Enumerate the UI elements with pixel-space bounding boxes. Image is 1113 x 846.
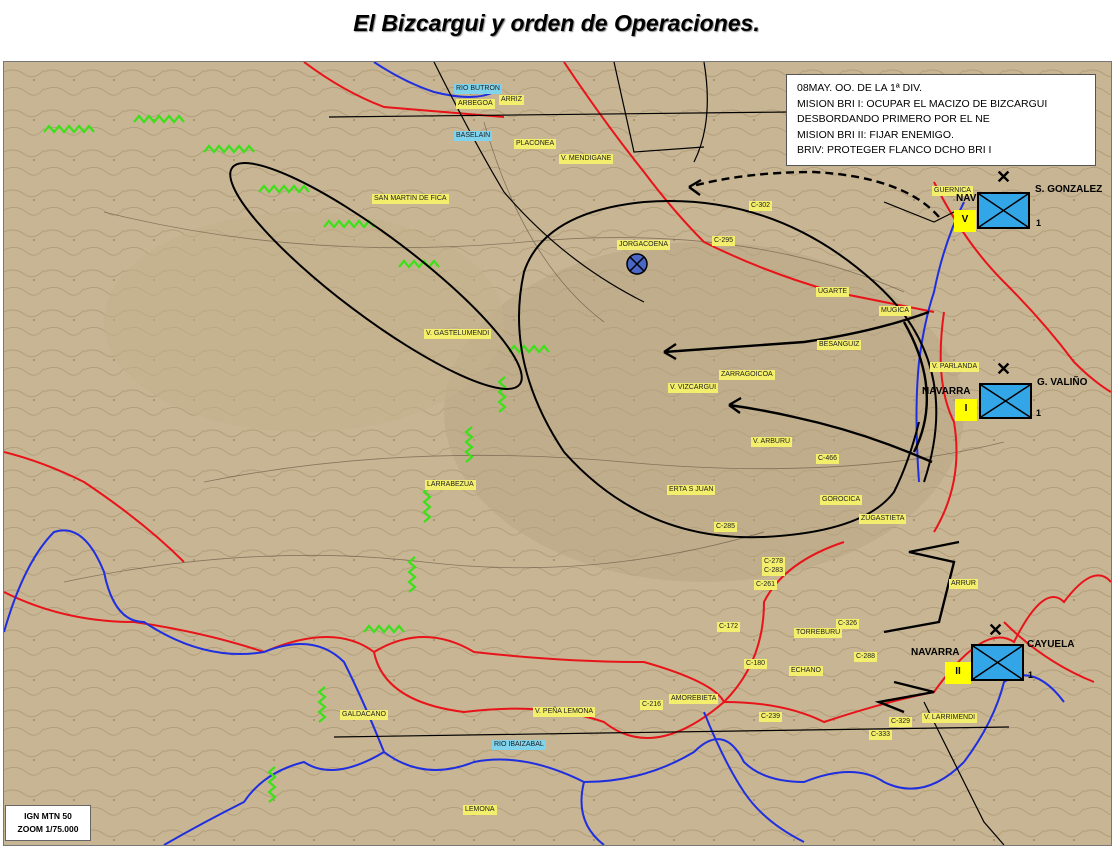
place-label: PLACONEA: [514, 139, 557, 149]
place-label: C-329: [889, 717, 913, 727]
infantry-unit-icon: [971, 644, 1024, 681]
unit-echelon: 1: [1028, 670, 1034, 680]
map-title: El Bizcargui y orden de Operaciones.: [353, 10, 760, 36]
place-label: C-333: [869, 730, 893, 740]
place-label: ARRIZ: [499, 95, 524, 105]
place-label: C-180: [744, 659, 768, 669]
unit-commander: CAYUELA: [1027, 639, 1075, 650]
operation-orders-box: 08MAY. OO. DE LA 1ª DIV. MISION BRI I: O…: [786, 74, 1096, 166]
place-label: V. ARBURU: [751, 437, 793, 447]
place-label: C-283: [762, 566, 786, 576]
place-label: UGARTE: [816, 287, 850, 297]
place-label: ZUGASTIETA: [859, 514, 907, 524]
place-label: GOROCICA: [820, 495, 863, 505]
infantry-unit-icon: [979, 383, 1032, 419]
place-label: C-261: [754, 580, 778, 590]
unit-tag: II: [945, 662, 971, 684]
place-label: C-239: [759, 712, 783, 722]
map-area[interactable]: RIO BUTRON ARRIZ ARBEGOA BASELAIN PLACON…: [3, 61, 1112, 846]
place-label: LARRABEZUA: [425, 480, 476, 490]
place-label: C-288: [854, 652, 878, 662]
place-label: V. PARLANDA: [930, 362, 980, 372]
x-mark-icon: ✕: [988, 620, 1004, 640]
circle-cross-icon: [626, 253, 648, 275]
place-label: ARBEGOA: [456, 99, 495, 109]
infantry-unit-icon: [977, 192, 1030, 229]
place-label: BASELAIN: [454, 131, 493, 141]
place-label: V. LARRIMENDI: [922, 713, 978, 723]
orders-line: DESBORDANDO PRIMERO POR EL NE: [797, 113, 990, 125]
place-label: V. MENDIGANE: [559, 154, 614, 164]
place-label: ERTA S JUAN: [667, 485, 716, 495]
orders-line: MISION BRI II: FIJAR ENEMIGO.: [797, 128, 954, 141]
place-label: C-172: [717, 622, 741, 632]
orders-line: 08MAY. OO. DE LA 1ª DIV.: [797, 82, 923, 94]
place-label: C-285: [714, 522, 738, 532]
unit-echelon: 1: [1036, 218, 1042, 228]
unit-tag: V: [954, 210, 976, 232]
legend-zoom: ZOOM 1/75.000: [17, 824, 79, 834]
place-label: C-466: [816, 454, 840, 464]
place-label: C-302: [749, 201, 773, 211]
place-label: BESANGUIZ: [817, 340, 862, 350]
place-label: TORREBURU: [794, 628, 843, 638]
place-label: GALDACANO: [340, 710, 388, 720]
place-label: SAN MARTIN DE FICA: [372, 194, 449, 204]
map-scale-legend: IGN MTN 50 ZOOM 1/75.000: [5, 805, 91, 841]
place-label: ECHANO: [789, 666, 823, 676]
place-label: C-326: [836, 619, 860, 629]
place-label: C-295: [712, 236, 736, 246]
unit-side: NAVARRA: [911, 647, 960, 658]
place-label: ARRUR: [949, 579, 978, 589]
place-label: C-216: [640, 700, 664, 710]
place-label: RIO IBAIZABAL: [492, 740, 546, 750]
unit-tag: I: [955, 399, 977, 421]
orders-line: BRIV: PROTEGER FLANCO DCHO BRI I: [797, 144, 992, 156]
place-label: JORGACOENA: [617, 240, 671, 250]
unit-commander: G. VALIÑO: [1037, 377, 1088, 388]
place-label: ZARRAGOICOA: [719, 370, 775, 380]
place-label: V. GASTELUMENDI: [424, 329, 492, 339]
x-mark-icon: ✕: [996, 167, 1012, 187]
x-mark-icon: ✕: [996, 359, 1012, 379]
unit-side: NAVARRA: [922, 386, 971, 397]
place-label: RIO BUTRON: [454, 84, 502, 94]
unit-side: NAV: [956, 193, 977, 204]
unit-echelon: 1: [1036, 408, 1042, 418]
place-label: V. PEÑA LEMONA: [533, 707, 596, 717]
place-label: V. VIZCARGUI: [668, 383, 719, 393]
place-label: LEMONA: [463, 805, 497, 815]
place-label: MUGICA: [879, 306, 911, 316]
map-canvas: [4, 62, 1111, 845]
legend-source: IGN MTN 50: [24, 811, 72, 821]
unit-commander: S. GONZALEZ: [1035, 184, 1103, 195]
orders-line: MISION BRI I: OCUPAR EL MACIZO DE BIZCAR…: [797, 97, 1048, 110]
place-label: AMOREBIETA: [669, 694, 719, 704]
